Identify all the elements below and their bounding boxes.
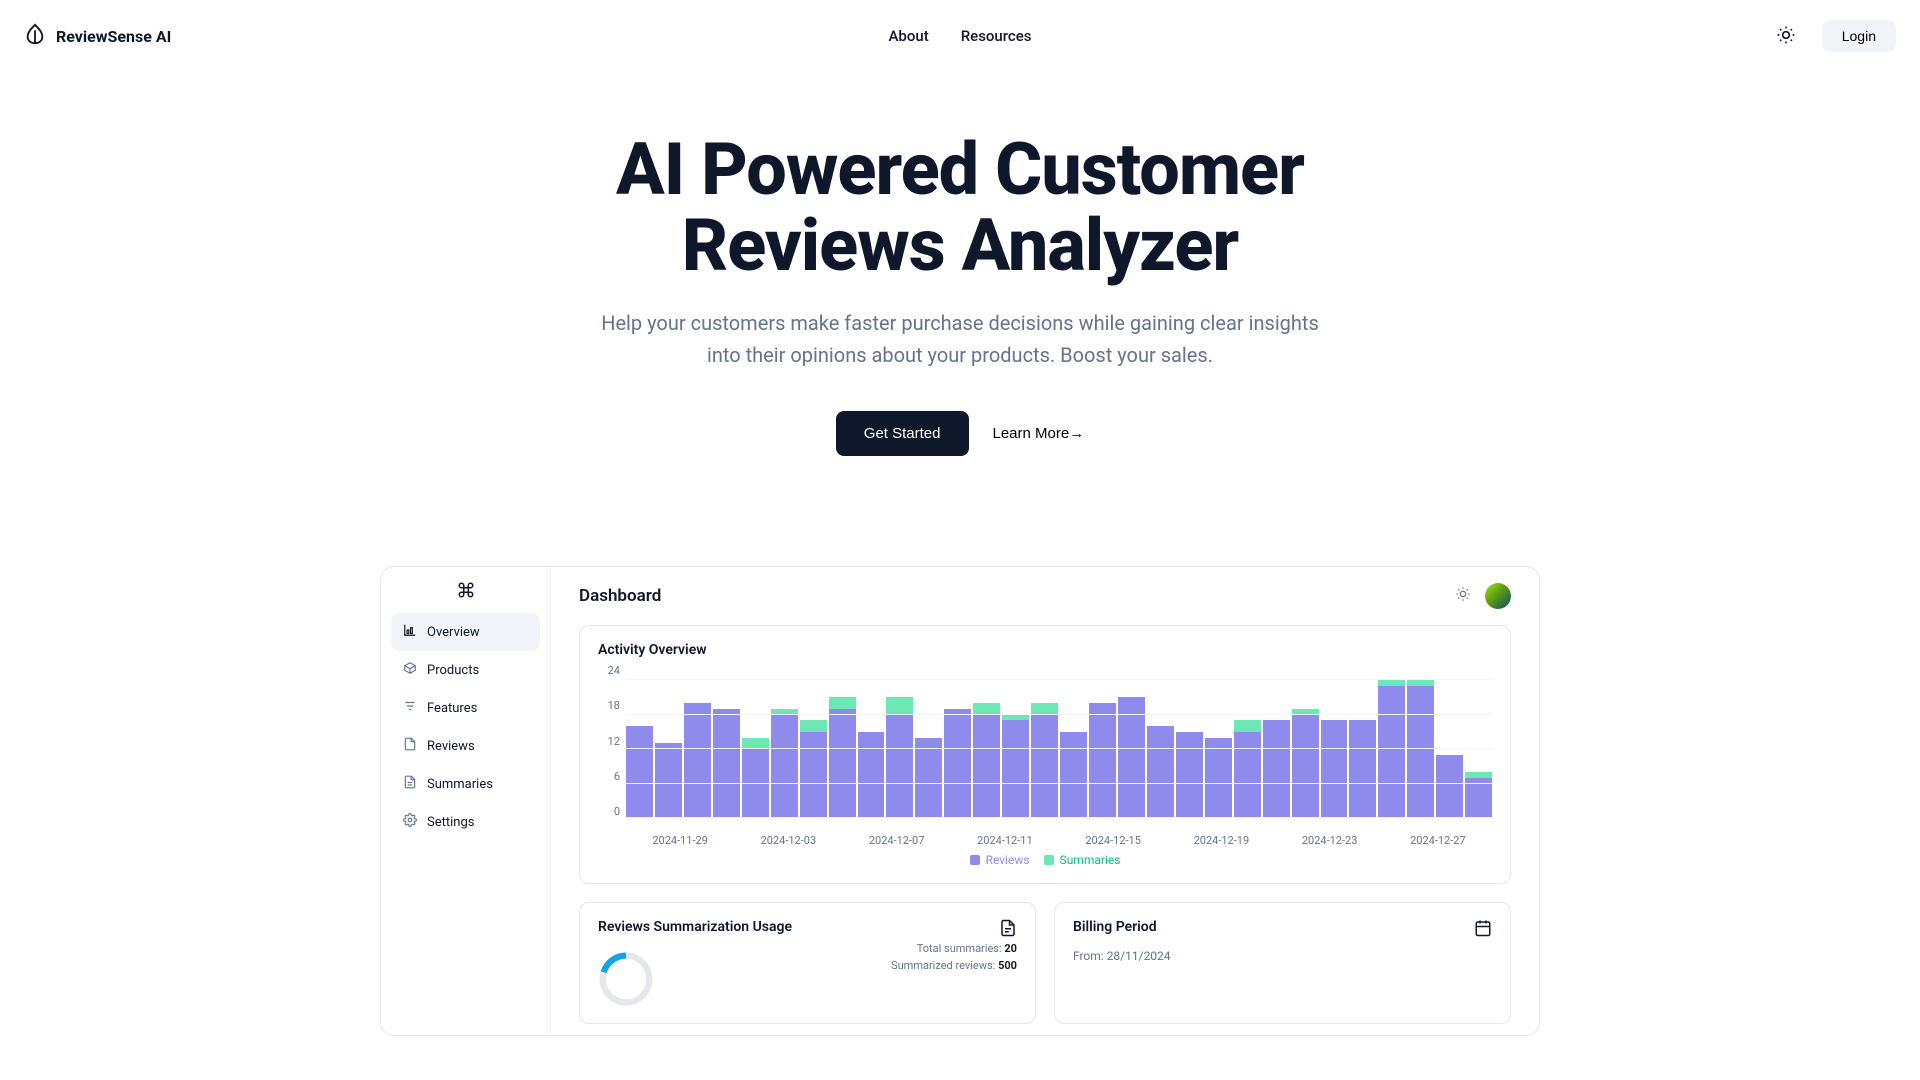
calendar-icon bbox=[1474, 919, 1492, 941]
sun-icon[interactable] bbox=[1455, 586, 1471, 606]
nav-resources[interactable]: Resources bbox=[961, 27, 1032, 45]
sidebar-item-label: Summaries bbox=[427, 777, 493, 792]
avatar[interactable] bbox=[1485, 583, 1511, 609]
sidebar-item-products[interactable]: Products bbox=[391, 651, 540, 689]
sidebar-item-label: Reviews bbox=[427, 739, 475, 754]
usage-card: Reviews Summarization Usage Total summar… bbox=[579, 902, 1036, 1024]
legend-summaries: Summaries bbox=[1044, 853, 1121, 867]
get-started-button[interactable]: Get Started bbox=[836, 411, 969, 456]
sidebar-item-label: Products bbox=[427, 663, 479, 678]
donut-chart bbox=[598, 951, 654, 1007]
sidebar-item-summaries[interactable]: Summaries bbox=[391, 765, 540, 803]
login-button[interactable]: Login bbox=[1822, 20, 1896, 52]
legend-reviews: Reviews bbox=[970, 853, 1030, 867]
card-title: Reviews Summarization Usage bbox=[598, 919, 792, 935]
sidebar-item-label: Settings bbox=[427, 815, 474, 830]
sidebar-item-label: Overview bbox=[427, 625, 480, 640]
chart-bar-icon bbox=[403, 623, 417, 641]
theme-toggle[interactable] bbox=[1768, 18, 1804, 54]
leaf-icon bbox=[24, 23, 46, 49]
gear-icon bbox=[403, 813, 417, 831]
nav-about[interactable]: About bbox=[888, 27, 928, 45]
sidebar-item-settings[interactable]: Settings bbox=[391, 803, 540, 841]
brand[interactable]: ReviewSense AI bbox=[24, 23, 171, 49]
command-icon bbox=[391, 581, 540, 599]
hero-subtitle: Help your customers make faster purchase… bbox=[600, 307, 1320, 371]
dashboard-screenshot: Overview Products Features Reviews Summa… bbox=[380, 566, 1540, 1036]
activity-chart: 24181260 bbox=[598, 664, 1492, 834]
sidebar-item-overview[interactable]: Overview bbox=[391, 613, 540, 651]
file-icon bbox=[403, 737, 417, 755]
learn-more-button[interactable]: Learn More→ bbox=[993, 425, 1085, 442]
file-text-icon bbox=[403, 775, 417, 793]
sidebar-item-reviews[interactable]: Reviews bbox=[391, 727, 540, 765]
sidebar-item-label: Features bbox=[427, 701, 477, 716]
cube-icon bbox=[403, 661, 417, 679]
dashboard-title: Dashboard bbox=[579, 586, 661, 606]
file-text-icon bbox=[999, 919, 1017, 941]
sun-icon bbox=[1776, 25, 1796, 48]
hero-title: AI Powered Customer Reviews Analyzer bbox=[0, 132, 1920, 283]
activity-card: Activity Overview 24181260 2024-11-29202… bbox=[579, 625, 1511, 884]
brand-name: ReviewSense AI bbox=[56, 27, 171, 46]
sidebar-item-features[interactable]: Features bbox=[391, 689, 540, 727]
card-title: Activity Overview bbox=[598, 642, 1492, 658]
billing-card: Billing Period From: 28/11/2024 bbox=[1054, 902, 1511, 1024]
filter-icon bbox=[403, 699, 417, 717]
card-title: Billing Period bbox=[1073, 919, 1157, 935]
